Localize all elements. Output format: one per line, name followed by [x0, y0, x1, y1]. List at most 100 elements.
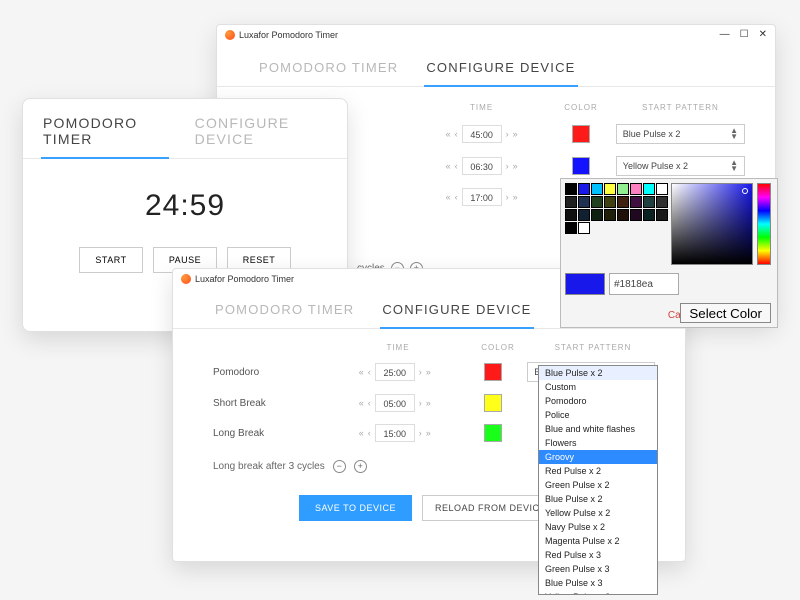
tab-timer[interactable]: POMODORO TIMER: [41, 109, 169, 159]
fast-forward-icon[interactable]: »: [426, 428, 431, 438]
pattern-select[interactable]: Blue Pulse x 2 ▲▼: [616, 124, 745, 144]
palette-swatch[interactable]: [578, 196, 590, 208]
dropdown-option[interactable]: Red Pulse x 3: [539, 548, 657, 562]
palette-swatch[interactable]: [617, 183, 629, 195]
palette-swatch[interactable]: [617, 196, 629, 208]
palette-swatch[interactable]: [565, 209, 577, 221]
color-gradient[interactable]: [671, 183, 753, 265]
dropdown-option[interactable]: Navy Pulse x 2: [539, 520, 657, 534]
palette-swatch[interactable]: [578, 222, 590, 234]
dropdown-option[interactable]: Yellow Pulse x 3: [539, 590, 657, 595]
fast-forward-icon[interactable]: »: [426, 398, 431, 408]
palette-swatch[interactable]: [565, 196, 577, 208]
color-swatch[interactable]: [484, 394, 502, 412]
dropdown-option[interactable]: Custom: [539, 380, 657, 394]
back-icon[interactable]: ‹: [455, 161, 458, 171]
tab-configure[interactable]: CONFIGURE DEVICE: [193, 109, 329, 158]
forward-icon[interactable]: ›: [419, 428, 422, 438]
back-icon[interactable]: ‹: [455, 192, 458, 202]
palette-swatch[interactable]: [604, 209, 616, 221]
back-icon[interactable]: ‹: [368, 398, 371, 408]
tab-timer[interactable]: POMODORO TIMER: [257, 54, 400, 86]
tab-timer[interactable]: POMODORO TIMER: [213, 296, 356, 328]
dropdown-option[interactable]: Magenta Pulse x 2: [539, 534, 657, 548]
tab-configure[interactable]: CONFIGURE DEVICE: [380, 296, 533, 329]
palette-swatch[interactable]: [591, 196, 603, 208]
pattern-select[interactable]: Yellow Pulse x 2 ▲▼: [616, 156, 745, 176]
cycles-plus-button[interactable]: +: [354, 460, 367, 473]
select-color-button[interactable]: Select Color: [680, 303, 771, 323]
dropdown-option[interactable]: Blue Pulse x 2: [539, 366, 657, 380]
tab-configure[interactable]: CONFIGURE DEVICE: [424, 54, 577, 87]
minimize-button[interactable]: —: [720, 29, 730, 40]
cycles-minus-button[interactable]: −: [333, 460, 346, 473]
color-swatch[interactable]: [572, 157, 590, 175]
palette-swatch[interactable]: [643, 196, 655, 208]
palette-swatch[interactable]: [578, 209, 590, 221]
forward-icon[interactable]: ›: [506, 161, 509, 171]
save-button[interactable]: SAVE TO DEVICE: [299, 495, 412, 521]
fast-forward-icon[interactable]: »: [426, 367, 431, 377]
forward-icon[interactable]: ›: [506, 192, 509, 202]
dropdown-option[interactable]: Green Pulse x 3: [539, 562, 657, 576]
maximize-button[interactable]: ☐: [740, 29, 749, 40]
fast-forward-icon[interactable]: »: [513, 161, 518, 171]
start-button[interactable]: START: [79, 247, 143, 273]
forward-icon[interactable]: ›: [506, 129, 509, 139]
pattern-dropdown-list[interactable]: Blue Pulse x 2CustomPomodoroPoliceBlue a…: [538, 365, 658, 595]
color-swatch[interactable]: [484, 424, 502, 442]
dropdown-option[interactable]: Blue Pulse x 2: [539, 492, 657, 506]
forward-icon[interactable]: ›: [419, 398, 422, 408]
color-swatch[interactable]: [484, 363, 502, 381]
palette-swatch[interactable]: [617, 209, 629, 221]
palette-swatch[interactable]: [656, 183, 668, 195]
time-value[interactable]: 17:00: [462, 188, 502, 206]
palette-swatch[interactable]: [656, 209, 668, 221]
fast-back-icon[interactable]: «: [446, 161, 451, 171]
time-value[interactable]: 45:00: [462, 125, 502, 143]
dropdown-option[interactable]: Pomodoro: [539, 394, 657, 408]
forward-icon[interactable]: ›: [419, 367, 422, 377]
dropdown-option[interactable]: Red Pulse x 2: [539, 464, 657, 478]
dropdown-option[interactable]: Blue Pulse x 3: [539, 576, 657, 590]
dropdown-option[interactable]: Yellow Pulse x 2: [539, 506, 657, 520]
back-icon[interactable]: ‹: [368, 367, 371, 377]
palette-swatch[interactable]: [630, 209, 642, 221]
palette-swatch[interactable]: [565, 183, 577, 195]
tabs: POMODORO TIMER CONFIGURE DEVICE: [23, 99, 347, 159]
fast-back-icon[interactable]: «: [359, 367, 364, 377]
hue-slider[interactable]: [757, 183, 771, 265]
palette-swatch[interactable]: [604, 196, 616, 208]
palette-swatch[interactable]: [630, 196, 642, 208]
dropdown-option[interactable]: Green Pulse x 2: [539, 478, 657, 492]
palette-swatch[interactable]: [643, 209, 655, 221]
time-value[interactable]: 05:00: [375, 394, 415, 412]
palette-swatch[interactable]: [656, 196, 668, 208]
fast-back-icon[interactable]: «: [359, 428, 364, 438]
palette-swatch[interactable]: [565, 222, 577, 234]
fast-forward-icon[interactable]: »: [513, 192, 518, 202]
palette-swatch[interactable]: [578, 183, 590, 195]
palette-swatch[interactable]: [591, 209, 603, 221]
dropdown-option[interactable]: Flowers: [539, 436, 657, 450]
palette-swatch[interactable]: [591, 183, 603, 195]
palette-swatch[interactable]: [604, 183, 616, 195]
back-icon[interactable]: ‹: [368, 428, 371, 438]
palette-swatch[interactable]: [630, 183, 642, 195]
palette-swatch[interactable]: [643, 183, 655, 195]
fast-back-icon[interactable]: «: [446, 129, 451, 139]
time-value[interactable]: 06:30: [462, 157, 502, 175]
dropdown-option[interactable]: Blue and white flashes: [539, 422, 657, 436]
fast-forward-icon[interactable]: »: [513, 129, 518, 139]
dropdown-option[interactable]: Police: [539, 408, 657, 422]
hex-input[interactable]: #1818ea: [609, 273, 679, 295]
back-icon[interactable]: ‹: [455, 129, 458, 139]
close-button[interactable]: ✕: [759, 29, 767, 40]
fast-back-icon[interactable]: «: [446, 192, 451, 202]
color-swatch[interactable]: [572, 125, 590, 143]
header-pattern: START PATTERN: [533, 343, 653, 352]
dropdown-option[interactable]: Groovy: [539, 450, 657, 464]
time-value[interactable]: 15:00: [375, 424, 415, 442]
time-value[interactable]: 25:00: [375, 363, 415, 381]
fast-back-icon[interactable]: «: [359, 398, 364, 408]
